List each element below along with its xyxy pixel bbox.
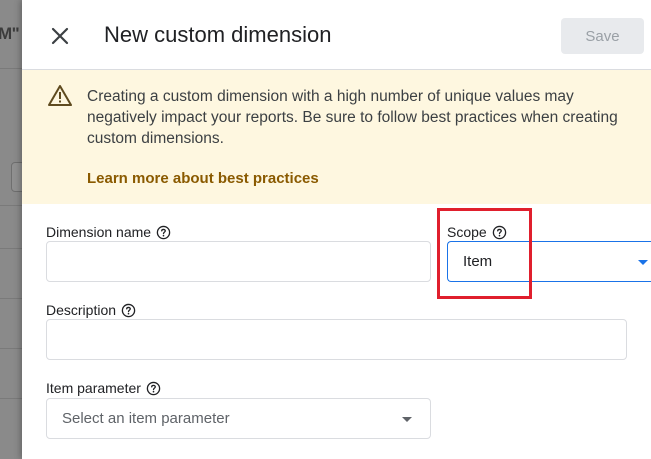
dimension-name-label-text: Dimension name bbox=[46, 224, 152, 240]
item-parameter-placeholder: Select an item parameter bbox=[62, 410, 230, 427]
item-parameter-label: Item parameter bbox=[46, 380, 161, 396]
help-circle-icon[interactable] bbox=[121, 303, 136, 318]
background-text: M" bbox=[0, 24, 20, 43]
warning-triangle-icon bbox=[48, 85, 72, 106]
dimension-name-label: Dimension name bbox=[46, 224, 171, 240]
custom-dimension-panel: New custom dimension Save Creating a cus… bbox=[22, 0, 651, 459]
description-label: Description bbox=[46, 302, 136, 318]
item-parameter-select[interactable]: Select an item parameter bbox=[46, 398, 431, 439]
background-divider bbox=[0, 205, 22, 206]
caret-down-icon bbox=[638, 260, 648, 265]
background-divider bbox=[0, 248, 22, 249]
background-divider bbox=[0, 348, 22, 349]
background-divider bbox=[0, 398, 22, 399]
background-divider bbox=[0, 298, 22, 299]
help-circle-icon[interactable] bbox=[146, 381, 161, 396]
panel-title: New custom dimension bbox=[104, 22, 332, 47]
scope-highlight-annotation bbox=[437, 208, 532, 299]
background-control bbox=[11, 162, 22, 192]
close-icon bbox=[51, 27, 69, 45]
description-input[interactable] bbox=[46, 319, 627, 360]
help-circle-icon[interactable] bbox=[156, 225, 171, 240]
warning-banner: Creating a custom dimension with a high … bbox=[22, 70, 651, 204]
panel-header: New custom dimension Save bbox=[22, 0, 651, 70]
save-button[interactable]: Save bbox=[561, 18, 644, 54]
background-divider bbox=[0, 68, 22, 69]
item-parameter-label-text: Item parameter bbox=[46, 380, 141, 396]
dimension-name-input[interactable] bbox=[46, 241, 431, 282]
caret-down-icon bbox=[402, 417, 412, 422]
close-button[interactable] bbox=[48, 24, 72, 48]
background-page: M" bbox=[0, 0, 22, 459]
best-practices-link[interactable]: Learn more about best practices bbox=[87, 170, 319, 187]
warning-message: Creating a custom dimension with a high … bbox=[87, 88, 618, 147]
description-label-text: Description bbox=[46, 302, 117, 318]
